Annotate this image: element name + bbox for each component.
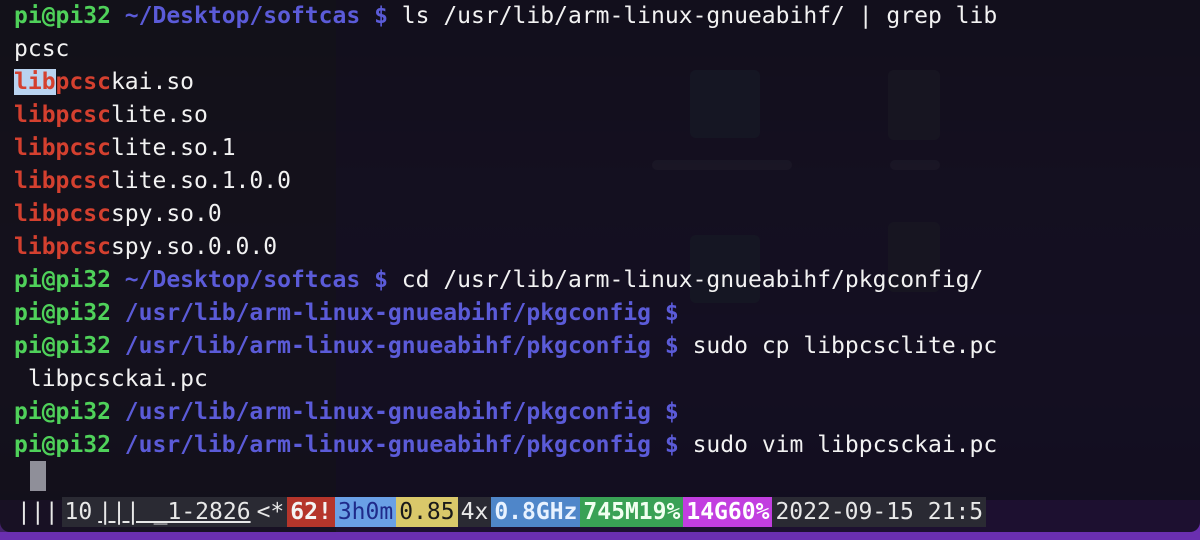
- file-name-rest: kai.so: [110, 69, 195, 95]
- grep-match: libpcsc: [14, 168, 111, 194]
- command-text: cd /usr/lib/arm-linux-gnueabihf/pkgconfi…: [401, 267, 984, 293]
- selected-text: lib: [14, 69, 56, 95]
- status-memory: 745M19%: [580, 497, 684, 527]
- prompt-path: /usr/lib/arm-linux-gnueabihf/pkgconfig: [124, 432, 651, 458]
- terminal-line: pi@pi32 /usr/lib/arm-linux-gnueabihf/pkg…: [14, 330, 997, 363]
- prompt-path: ~/Desktop/softcas: [124, 267, 361, 293]
- prompt-user: pi@pi32: [14, 432, 111, 458]
- grep-match: libpcsc: [14, 102, 111, 128]
- prompt-dollar: $: [374, 267, 388, 293]
- prompt-user: pi@pi32: [14, 267, 111, 293]
- prompt-dollar: $: [374, 3, 388, 29]
- status-datetime: 2022-09-15 21:5: [772, 497, 987, 527]
- file-name-rest: lite.so.1: [110, 135, 236, 161]
- status-load: 0.85: [396, 497, 458, 527]
- file-name-rest: spy.so.0: [110, 201, 222, 227]
- text-cursor: [30, 461, 46, 491]
- screen: pi@pi32 ~/Desktop/softcas $ ls /usr/lib/…: [0, 0, 1200, 540]
- status-window-number[interactable]: 10: [61, 497, 96, 527]
- terminal-line: pi@pi32 /usr/lib/arm-linux-gnueabihf/pkg…: [14, 297, 997, 330]
- prompt-path: /usr/lib/arm-linux-gnueabihf/pkgconfig: [124, 333, 651, 359]
- file-name-rest: lite.so.1.0.0: [110, 168, 291, 194]
- prompt-user: pi@pi32: [14, 333, 111, 359]
- tmux-status-bar: ||| 10 ||| _1-2826 <* 62! 3h0m 0.85 4x 0…: [14, 496, 987, 528]
- terminal-line: libpcscspy.so.0.0.0: [14, 231, 997, 264]
- prompt-user: pi@pi32: [14, 3, 111, 29]
- status-alert: 62!: [287, 497, 335, 527]
- terminal-line: pi@pi32 ~/Desktop/softcas $ ls /usr/lib/…: [14, 0, 997, 33]
- terminal-line: libpcsclite.so: [14, 99, 997, 132]
- terminal-line: libpcsckai.so: [14, 66, 997, 99]
- command-text: sudo cp libpcsclite.pc: [692, 333, 998, 359]
- terminal-output[interactable]: pi@pi32 ~/Desktop/softcas $ ls /usr/lib/…: [14, 0, 997, 462]
- terminal-window[interactable]: pi@pi32 ~/Desktop/softcas $ ls /usr/lib/…: [0, 0, 1200, 532]
- prompt-path: ~/Desktop/softcas: [124, 3, 361, 29]
- prompt-dollar: $: [664, 399, 679, 425]
- prompt-user: pi@pi32: [14, 300, 111, 326]
- terminal-line: libpcsclite.so.1: [14, 132, 997, 165]
- output-text: libpcsckai.pc: [14, 366, 208, 392]
- command-text: sudo vim libpcsckai.pc: [692, 432, 998, 458]
- status-cpu-count: 4x: [457, 497, 492, 527]
- terminal-line: pi@pi32 /usr/lib/arm-linux-gnueabihf/pkg…: [14, 429, 997, 462]
- terminal-line: pi@pi32 ~/Desktop/softcas $ cd /usr/lib/…: [14, 264, 997, 297]
- status-cpu-freq: 0.8GHz: [491, 497, 581, 527]
- status-uptime: 3h0m: [334, 497, 397, 527]
- prompt-dollar: $: [664, 432, 679, 458]
- prompt-user: pi@pi32: [14, 399, 111, 425]
- status-window-name[interactable]: ||| _1-2826: [95, 497, 254, 527]
- command-text: ls /usr/lib/arm-linux-gnueabihf/ | grep …: [401, 3, 998, 29]
- grep-match: libpcsc: [14, 135, 111, 161]
- status-menu-icon[interactable]: |||: [14, 497, 62, 527]
- terminal-line: pcsc: [14, 33, 997, 66]
- file-name-rest: lite.so: [110, 102, 208, 128]
- terminal-line: pi@pi32 /usr/lib/arm-linux-gnueabihf/pkg…: [14, 396, 997, 429]
- terminal-line: libpcsckai.pc: [14, 363, 997, 396]
- grep-match: libpcsc: [14, 234, 111, 260]
- status-disk: 14G60%: [683, 497, 773, 527]
- output-text: pcsc: [14, 36, 70, 62]
- prompt-dollar: $: [664, 300, 679, 326]
- terminal-line: libpcscspy.so.0: [14, 198, 997, 231]
- prompt-path: /usr/lib/arm-linux-gnueabihf/pkgconfig: [124, 300, 651, 326]
- grep-match: libpcsc: [14, 201, 111, 227]
- file-name-rest: spy.so.0.0.0: [110, 234, 278, 260]
- grep-match: libpcsc: [14, 69, 111, 95]
- status-marker: <*: [253, 497, 288, 527]
- terminal-line: libpcsclite.so.1.0.0: [14, 165, 997, 198]
- prompt-path: /usr/lib/arm-linux-gnueabihf/pkgconfig: [124, 399, 651, 425]
- prompt-dollar: $: [664, 333, 679, 359]
